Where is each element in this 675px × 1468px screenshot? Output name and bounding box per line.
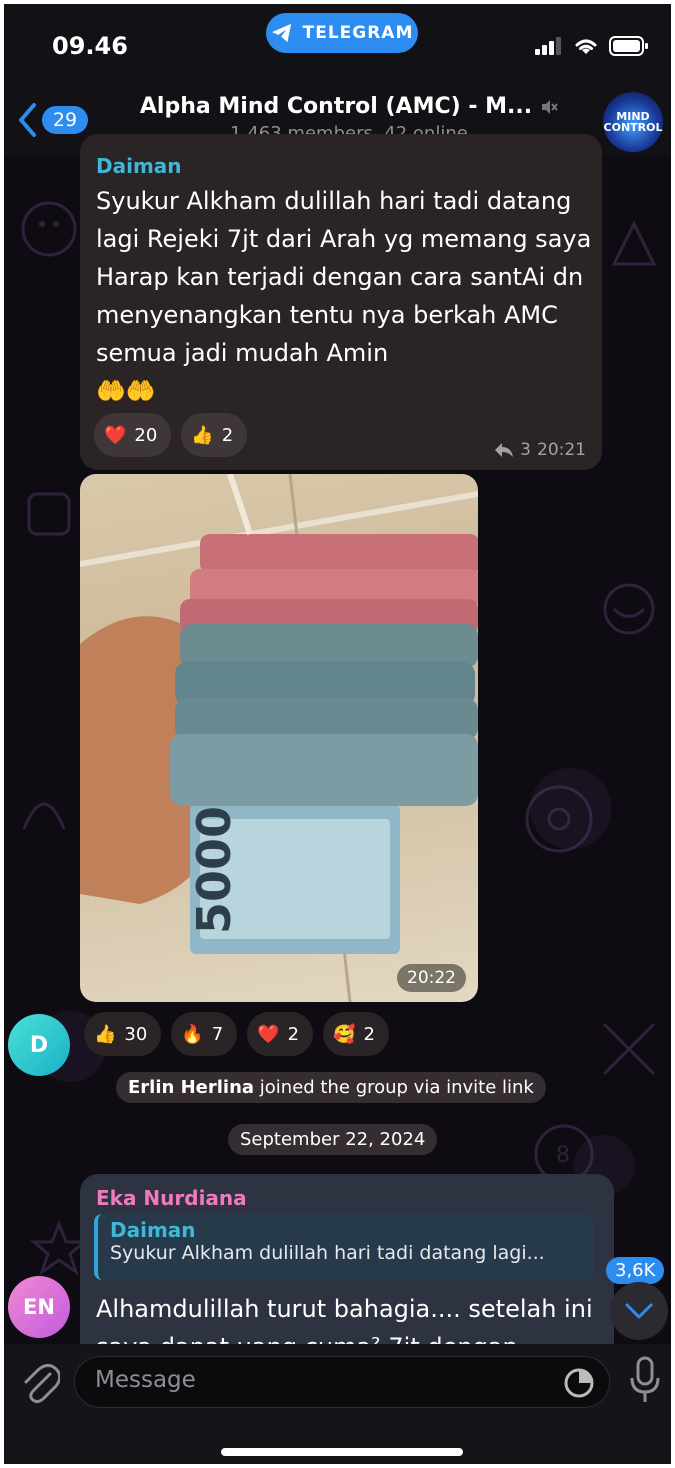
signal-icon — [535, 37, 561, 55]
avatar-initial: D — [29, 1032, 49, 1058]
reaction-count: 2 — [363, 1023, 375, 1045]
reaction-count: 7 — [211, 1023, 224, 1045]
fire-icon: 🔥 — [181, 1023, 204, 1045]
svg-text:8: 8 — [556, 1143, 570, 1168]
doodle-icon — [27, 492, 71, 536]
chat-title: Alpha Mind Control (AMC) - M... — [140, 94, 558, 119]
message-input-bar — [4, 1344, 671, 1464]
photo-time: 20:22 — [397, 964, 466, 992]
back-button[interactable]: 29 — [16, 102, 88, 138]
message-text: Syukur Alkham dulillah hari tadi datang … — [96, 182, 592, 410]
avatar[interactable]: EN — [8, 1276, 70, 1338]
reaction-fire[interactable]: 🔥 7 — [171, 1012, 238, 1056]
thumbs-up-icon: 👍 — [191, 424, 214, 446]
reaction-heart[interactable]: ❤️ 2 — [247, 1012, 314, 1056]
status-time: 09.46 — [52, 32, 128, 60]
group-avatar[interactable]: MIND CONTROL — [603, 92, 663, 152]
doodle-icon — [611, 220, 657, 266]
reaction-row: ❤️ 20 👍 2 — [94, 413, 248, 457]
message-bubble[interactable]: Eka Nurdiana Daiman Syukur Alkham dulill… — [80, 1174, 614, 1364]
reply-sender: Daiman — [110, 1218, 196, 1242]
heart-icon: ❤️ — [104, 424, 127, 446]
date-text: September 22, 2024 — [240, 1129, 426, 1150]
message-sender: Daiman — [96, 154, 182, 178]
reaction-count: 2 — [221, 424, 234, 446]
reaction-count: 30 — [124, 1023, 148, 1045]
phone-screen: 8 09.46 TELEGRAM 29 Alpha Mind Control (… — [4, 4, 671, 1464]
message-bubble[interactable]: Daiman Syukur Alkham dulillah hari tadi … — [80, 134, 602, 470]
reaction-smiling-hearts[interactable]: 🥰 2 — [323, 1012, 389, 1056]
heart-icon: ❤️ — [257, 1023, 280, 1045]
scroll-down-button[interactable] — [610, 1282, 668, 1340]
thumbs-up-icon: 👍 — [94, 1023, 117, 1045]
message-time: 20:21 — [537, 440, 586, 460]
muted-icon — [542, 99, 558, 114]
reaction-count: 2 — [287, 1023, 300, 1045]
photo-message[interactable]: 50000 20:22 — [80, 474, 478, 1002]
reply-count: 3 — [520, 440, 531, 460]
message-input[interactable] — [95, 1367, 535, 1393]
doodle-icon — [603, 583, 655, 635]
telegram-plane-icon — [271, 23, 291, 43]
joined-user-name: Erlin Herlina — [128, 1077, 255, 1098]
doodle-icon — [21, 201, 77, 257]
attachment-icon[interactable] — [20, 1360, 60, 1404]
smiling-hearts-icon: 🥰 — [333, 1023, 356, 1045]
avatar[interactable]: D — [8, 1014, 70, 1076]
message-text-body: Syukur Alkham dulillah hari tadi datang … — [96, 187, 592, 367]
chevron-down-icon — [625, 1303, 653, 1319]
reply-quote[interactable]: Daiman Syukur Alkham dulillah hari tadi … — [94, 1214, 594, 1280]
doodle-icon — [22, 802, 66, 830]
date-separator: September 22, 2024 — [228, 1124, 438, 1155]
telegram-pill[interactable]: TELEGRAM — [266, 13, 418, 53]
reaction-thumbs-up[interactable]: 👍 30 — [84, 1012, 162, 1056]
joined-text: joined the group via invite link — [259, 1077, 534, 1098]
message-sender: Eka Nurdiana — [96, 1186, 247, 1210]
group-avatar-text: MIND CONTROL — [603, 110, 663, 134]
money-photo-image: 50000 — [80, 474, 478, 1002]
unread-messages-badge: 3,6K — [606, 1257, 665, 1284]
battery-icon — [609, 36, 648, 56]
chat-title-text: Alpha Mind Control (AMC) - M... — [139, 94, 533, 119]
service-message-joined: Erlin Herlina joined the group via invit… — [116, 1072, 546, 1103]
message-emoji: 🤲🤲 — [96, 377, 156, 405]
message-text: Alhamdulillah turut bahagia.... setelah … — [96, 1295, 593, 1350]
message-field[interactable] — [74, 1356, 610, 1408]
avatar-initials: EN — [23, 1295, 55, 1319]
chevron-left-icon — [19, 103, 36, 137]
telegram-pill-label: TELEGRAM — [302, 23, 414, 43]
unread-count-badge: 29 — [42, 106, 88, 134]
home-indicator — [221, 1448, 463, 1456]
status-bar: 09.46 TELEGRAM — [4, 4, 671, 84]
reply-text: Syukur Alkham dulillah hari tadi datang … — [110, 1242, 545, 1264]
microphone-icon[interactable] — [628, 1356, 662, 1406]
reaction-thumbs-up[interactable]: 👍 2 — [181, 413, 248, 457]
message-meta: 3 20:21 — [494, 440, 586, 460]
doodle-icon — [525, 785, 593, 853]
reaction-heart[interactable]: ❤️ 20 — [94, 413, 172, 457]
wifi-icon — [575, 39, 597, 54]
sticker-icon[interactable] — [563, 1367, 595, 1399]
doodle-icon — [602, 1022, 656, 1076]
reaction-row: 👍 30 🔥 7 ❤️ 2 🥰 2 — [84, 1012, 389, 1056]
status-icons — [535, 36, 649, 56]
reply-arrow-icon — [495, 443, 514, 457]
reaction-count: 20 — [134, 424, 158, 446]
